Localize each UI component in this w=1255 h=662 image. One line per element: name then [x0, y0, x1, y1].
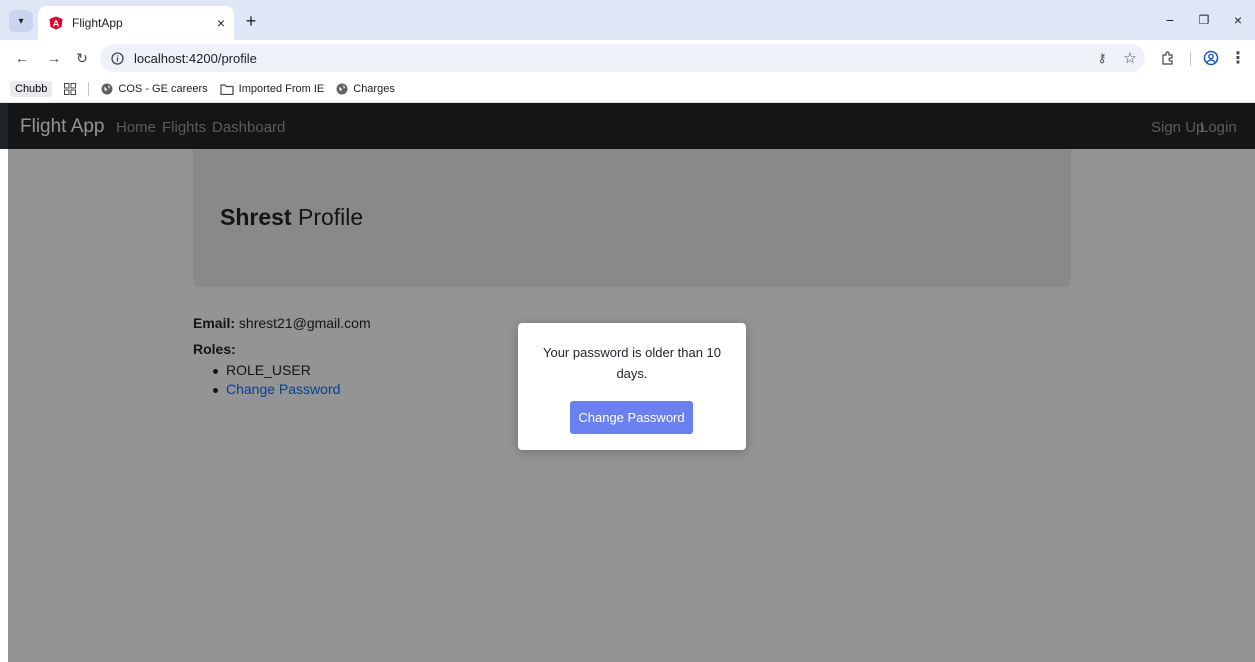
new-tab-button[interactable]: +: [240, 10, 262, 32]
extensions-puzzle-icon[interactable]: [1155, 47, 1179, 69]
address-bar[interactable]: localhost:4200/profile ⚷ ☆: [100, 44, 1145, 72]
bookmark-star-icon[interactable]: ☆: [1115, 49, 1145, 67]
restore-button[interactable]: ❐: [1189, 8, 1219, 32]
bookmark-imported-from-ie[interactable]: Imported From IE: [220, 83, 325, 95]
modal-message: Your password is older than 10 days.: [542, 345, 722, 381]
bookmarks-divider: [88, 82, 90, 96]
password-expiry-modal: Your password is older than 10 days. Cha…: [518, 323, 746, 450]
browser-toolbar: ← → ↻ localhost:4200/profile ⚷ ☆ ⋮: [0, 40, 1255, 76]
tab-close-icon[interactable]: ×: [208, 15, 234, 31]
site-info-icon[interactable]: [100, 51, 134, 65]
password-key-icon[interactable]: ⚷: [1089, 51, 1115, 65]
back-arrow-icon[interactable]: ←: [10, 46, 34, 70]
svg-text:A: A: [53, 19, 60, 29]
globe-icon: [336, 83, 348, 95]
close-window-button[interactable]: ×: [1223, 8, 1253, 32]
change-password-button[interactable]: Change Password: [570, 401, 693, 434]
bookmark-charges[interactable]: Charges: [336, 83, 395, 95]
angular-favicon-icon: A: [48, 15, 64, 31]
tab-title: FlightApp: [72, 16, 123, 30]
bookmark-label: Imported From IE: [238, 83, 325, 95]
browser-tab-strip: ▾ A FlightApp × + − ❐ ×: [0, 0, 1255, 40]
bookmark-label: COS - GE careers: [118, 83, 208, 95]
minimize-button[interactable]: −: [1155, 8, 1185, 32]
kebab-menu-icon[interactable]: ⋮: [1226, 47, 1250, 69]
bookmark-cos-ge-careers[interactable]: COS - GE careers: [101, 83, 208, 95]
bookmark-chubb[interactable]: Chubb: [10, 81, 53, 97]
bookmarks-bar: Chubb COS - GE careers Imported From IE …: [0, 76, 1255, 103]
reload-icon[interactable]: ↻: [70, 46, 94, 70]
globe-icon: [101, 83, 113, 95]
forward-arrow-icon[interactable]: →: [42, 46, 66, 70]
url-text[interactable]: localhost:4200/profile: [134, 51, 1089, 66]
bookmark-label: Charges: [353, 83, 395, 95]
profile-avatar-icon[interactable]: [1199, 47, 1223, 69]
toolbar-divider: [1190, 52, 1191, 66]
tab-search-chevron-icon[interactable]: ▾: [9, 10, 33, 32]
apps-grid-icon[interactable]: [64, 83, 77, 95]
folder-icon: [220, 83, 234, 95]
browser-tab[interactable]: A FlightApp ×: [38, 6, 234, 40]
